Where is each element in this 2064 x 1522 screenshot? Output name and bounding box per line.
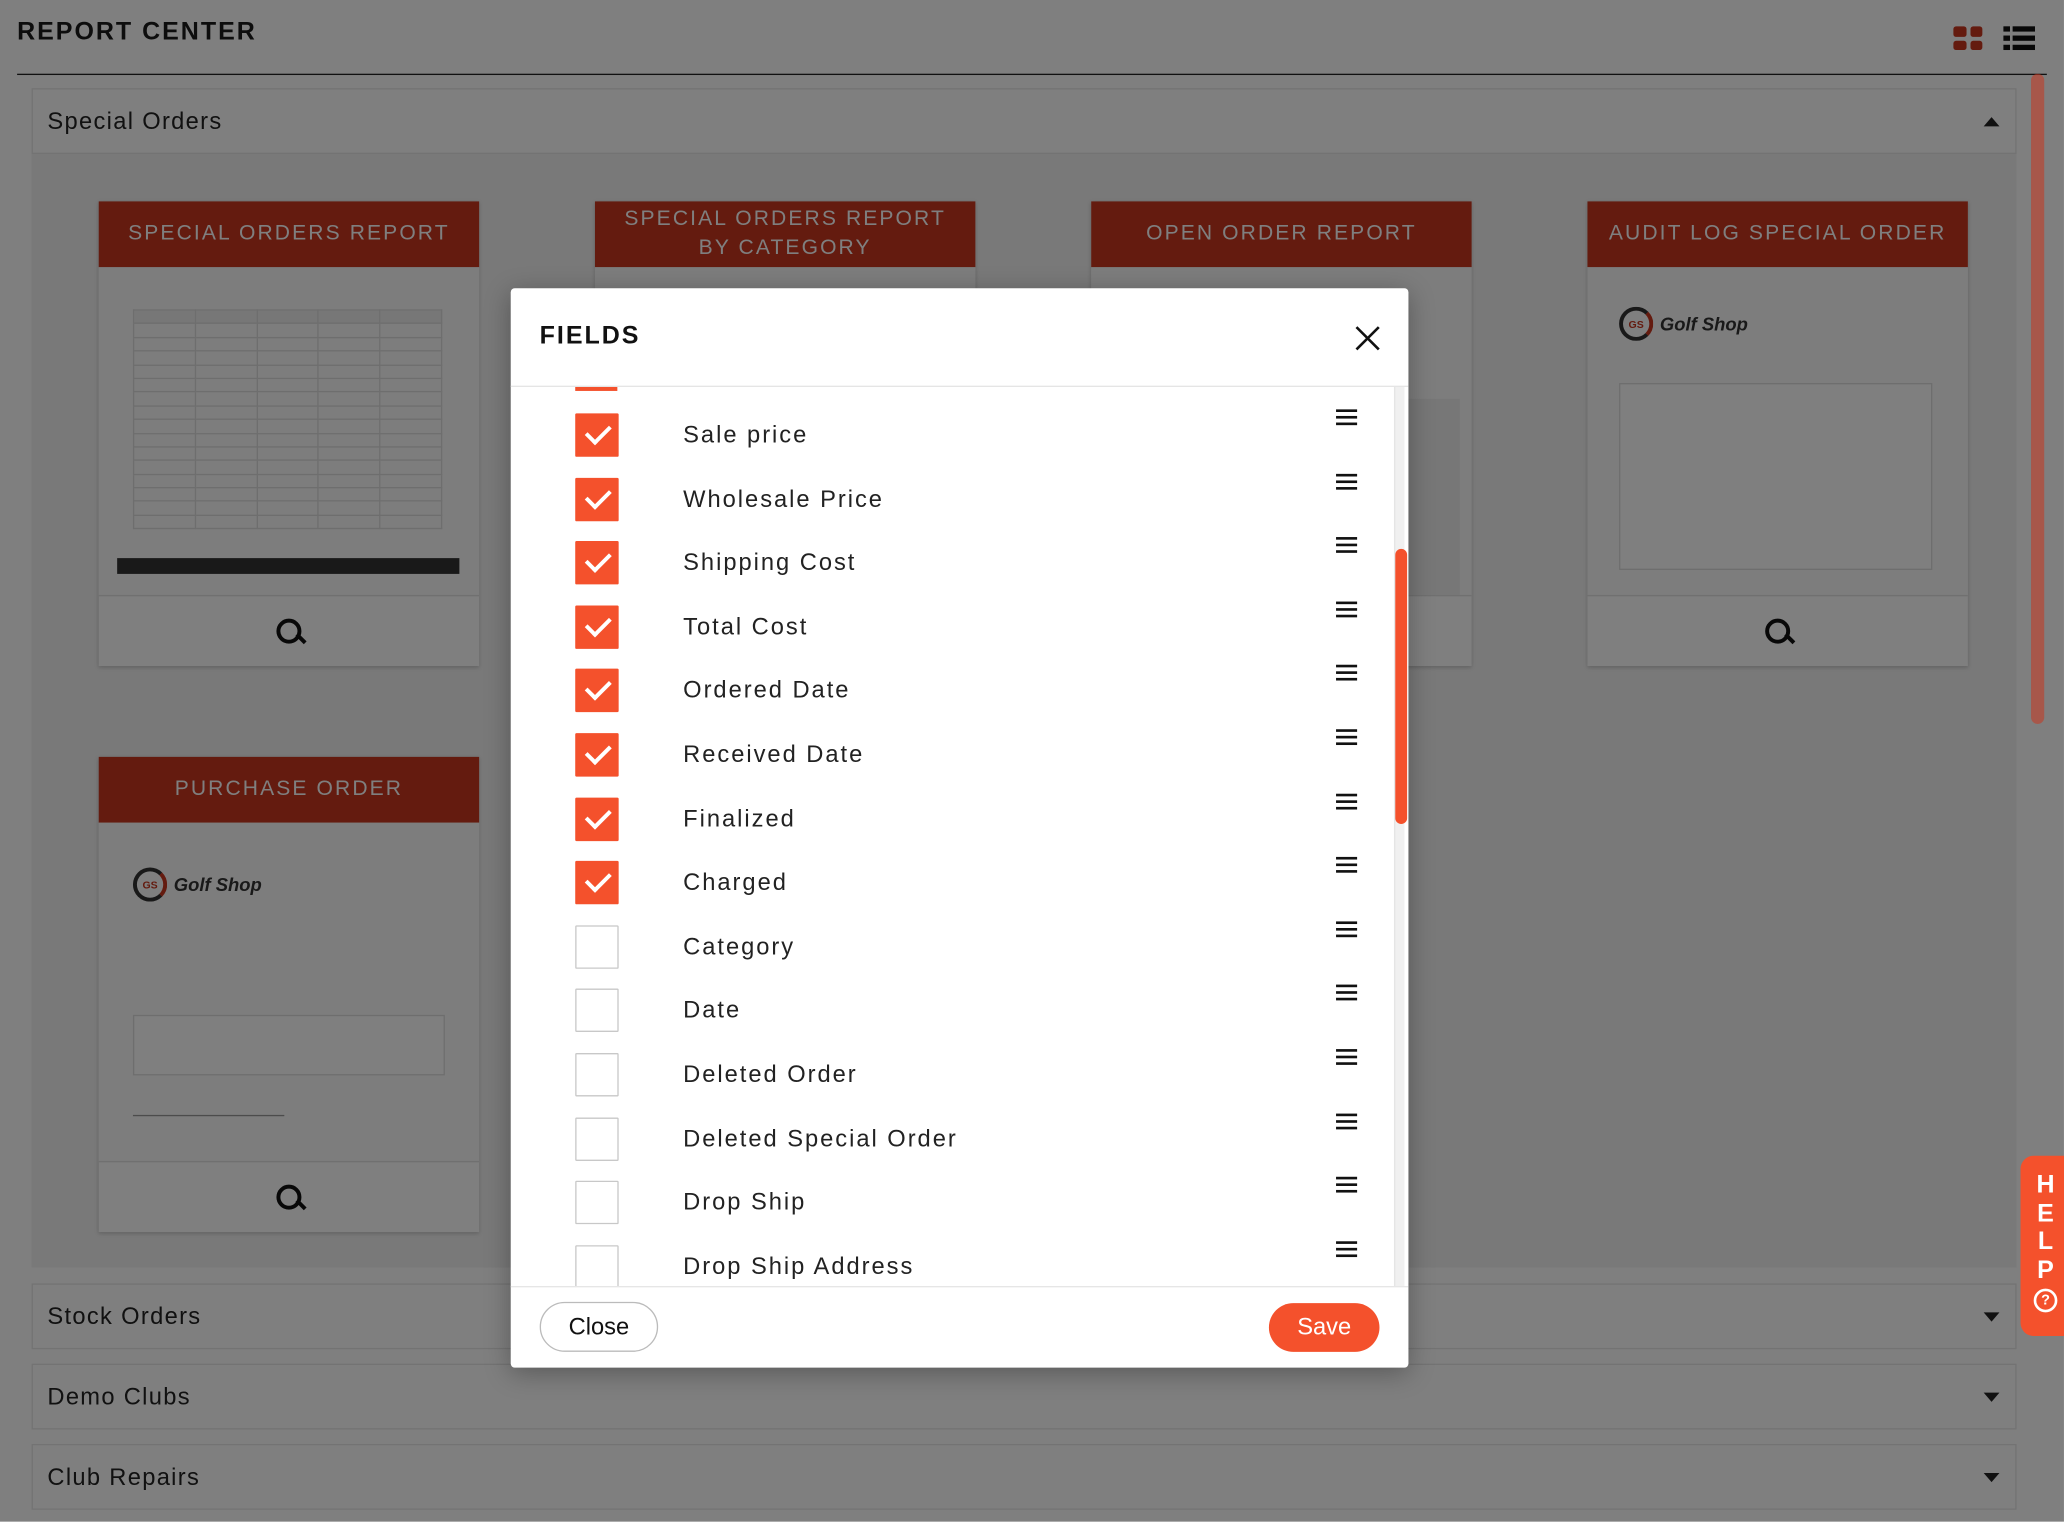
drag-handle-icon[interactable] <box>1336 985 1358 1001</box>
drag-handle-icon[interactable] <box>1336 409 1358 426</box>
drag-handle-icon[interactable] <box>1336 1177 1358 1193</box>
page-scrollbar[interactable] <box>2031 73 2045 724</box>
field-label: Charged <box>683 869 788 896</box>
field-label: Ordered Date <box>683 677 851 704</box>
partial-checkbox <box>575 386 618 391</box>
field-checkbox[interactable] <box>575 797 619 841</box>
drag-handle-icon[interactable] <box>1336 857 1358 873</box>
field-row: Drop Ship <box>511 1177 1380 1245</box>
drag-handle-icon[interactable] <box>1336 473 1358 490</box>
field-checkbox[interactable] <box>575 1180 619 1225</box>
field-row: Deleted Special Order <box>511 1113 1380 1181</box>
field-checkbox[interactable] <box>575 669 619 713</box>
help-letter: H <box>2036 1171 2055 1200</box>
question-icon: ? <box>2033 1288 2058 1313</box>
modal-title: FIELDS <box>539 322 641 351</box>
field-checkbox[interactable] <box>575 477 619 521</box>
field-checkbox[interactable] <box>575 413 619 457</box>
field-checkbox[interactable] <box>575 861 619 905</box>
field-row: Drop Ship Address <box>511 1241 1380 1287</box>
field-checkbox[interactable] <box>575 605 619 649</box>
drag-handle-icon[interactable] <box>1336 793 1358 809</box>
field-row: Sale price <box>511 409 1380 477</box>
modal-scrollbar-thumb[interactable] <box>1395 548 1408 825</box>
field-checkbox[interactable] <box>575 733 619 777</box>
modal-footer-divider <box>510 1286 1409 1288</box>
field-label: Shipping Cost <box>683 549 857 576</box>
field-checkbox[interactable] <box>575 1117 619 1161</box>
help-letter: P <box>2037 1256 2054 1285</box>
drag-handle-icon[interactable] <box>1336 1113 1358 1129</box>
field-label: Finalized <box>683 805 796 832</box>
drag-handle-icon[interactable] <box>1336 1241 1358 1257</box>
drag-handle-icon[interactable] <box>1336 1049 1358 1065</box>
field-row: Category <box>511 921 1380 989</box>
field-label: Drop Ship <box>683 1188 807 1216</box>
fields-list[interactable]: Sale price Wholesale Price Shipping Cost To… <box>511 386 1409 1287</box>
field-row: Total Cost <box>511 601 1380 669</box>
field-checkbox[interactable] <box>575 1244 619 1287</box>
field-checkbox[interactable] <box>575 989 619 1033</box>
report-center-page: REPORT CENTER Special Orders SPECIAL ORD… <box>0 0 2064 1522</box>
field-label: Total Cost <box>683 613 809 640</box>
drag-handle-icon[interactable] <box>1336 921 1358 937</box>
save-button[interactable]: Save <box>1268 1303 1380 1352</box>
drag-handle-icon[interactable] <box>1336 601 1358 618</box>
field-row: Shipping Cost <box>511 537 1380 605</box>
close-icon[interactable] <box>1353 324 1382 353</box>
field-row: Finalized <box>511 793 1380 861</box>
field-label: Received Date <box>683 741 865 768</box>
field-row: Wholesale Price <box>511 473 1380 541</box>
field-row: Deleted Order <box>511 1049 1380 1117</box>
field-row: Received Date <box>511 729 1380 797</box>
field-checkbox[interactable] <box>575 1053 619 1097</box>
field-row: Charged <box>511 857 1380 925</box>
fields-modal: FIELDS Sale price Wholesale Price Shipping… <box>510 288 1409 1368</box>
close-button[interactable]: Close <box>539 1301 659 1352</box>
field-label: Sale price <box>683 421 809 448</box>
field-label: Drop Ship Address <box>683 1252 915 1280</box>
field-label: Category <box>683 932 796 960</box>
field-checkbox[interactable] <box>575 925 619 969</box>
help-tab[interactable]: H E L P ? <box>2020 1155 2064 1337</box>
field-label: Deleted Order <box>683 1060 858 1088</box>
drag-handle-icon[interactable] <box>1336 729 1358 746</box>
help-letter: L <box>2037 1228 2054 1256</box>
drag-handle-icon[interactable] <box>1336 537 1358 554</box>
modal-scrollbar-track[interactable] <box>1393 386 1405 1287</box>
drag-handle-icon[interactable] <box>1336 665 1358 682</box>
field-row: Ordered Date <box>511 665 1380 733</box>
field-row: Date <box>511 985 1380 1053</box>
help-letter: E <box>2037 1199 2054 1228</box>
field-label: Date <box>683 996 742 1024</box>
field-checkbox[interactable] <box>575 541 619 585</box>
field-label: Deleted Special Order <box>683 1124 958 1152</box>
field-label: Wholesale Price <box>683 485 884 512</box>
